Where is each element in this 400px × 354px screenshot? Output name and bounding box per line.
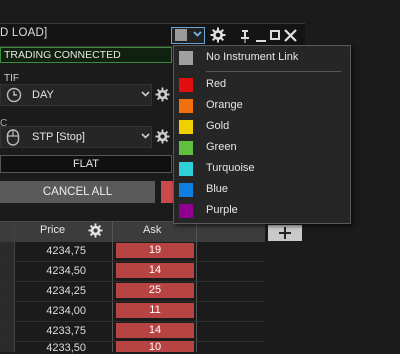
sell-button[interactable] — [161, 181, 173, 203]
ask-column-header: Ask — [143, 224, 162, 236]
chevron-down-icon[interactable] — [141, 91, 150, 97]
ask-cell[interactable]: 10 — [116, 341, 194, 353]
ask-cell[interactable]: 14 — [116, 323, 194, 338]
swatch-icon[interactable] — [179, 78, 193, 92]
menu-item-orange[interactable]: Orange — [206, 99, 243, 111]
swatch-icon[interactable] — [179, 51, 193, 65]
price-cell[interactable]: 4233,75 — [0, 325, 112, 337]
connection-status-text: TRADING CONNECTED — [4, 49, 121, 61]
minimize-icon[interactable] — [256, 40, 266, 42]
swatch-icon[interactable] — [179, 141, 193, 155]
gear-icon[interactable] — [210, 27, 226, 43]
menu-item-purple[interactable]: Purple — [206, 204, 238, 216]
column-divider — [112, 221, 113, 352]
flat-button[interactable]: FLAT — [0, 155, 172, 173]
price-cell[interactable]: 4234,75 — [0, 245, 112, 257]
chevron-down-icon[interactable] — [193, 31, 202, 37]
swatch-icon[interactable] — [179, 120, 193, 134]
price-cell[interactable]: 4234,25 — [0, 285, 112, 297]
row-divider — [0, 261, 265, 262]
ask-cell[interactable]: 25 — [116, 283, 194, 298]
menu-item-blue[interactable]: Blue — [206, 183, 228, 195]
clock-icon — [6, 87, 22, 103]
swatch-icon[interactable] — [179, 183, 193, 197]
menu-item-gold[interactable]: Gold — [206, 120, 229, 132]
cancel-all-button[interactable]: CANCEL ALL — [0, 181, 155, 203]
row-divider — [0, 301, 265, 302]
menu-item-green[interactable]: Green — [206, 141, 237, 153]
plus-icon[interactable] — [284, 227, 286, 239]
price-column-header: Price — [40, 224, 66, 236]
tif-select[interactable] — [0, 84, 152, 106]
gear-icon[interactable] — [155, 129, 170, 144]
gear-icon[interactable] — [155, 87, 170, 102]
ask-cell[interactable]: 19 — [116, 243, 194, 258]
mouse-icon — [6, 129, 20, 146]
menu-separator — [206, 71, 341, 72]
instrument-link-swatch[interactable] — [175, 29, 187, 41]
ask-cell[interactable]: 11 — [116, 303, 194, 318]
row-divider — [0, 281, 265, 282]
gear-icon[interactable] — [88, 223, 103, 238]
ask-cell[interactable]: 14 — [116, 263, 194, 278]
row-divider — [0, 321, 265, 322]
swatch-icon[interactable] — [179, 99, 193, 113]
price-cell[interactable]: 4233,50 — [0, 342, 112, 354]
price-cell[interactable]: 4234,00 — [0, 305, 112, 317]
menu-item-turquoise[interactable]: Turquoise — [206, 162, 255, 174]
window-title: D LOAD] — [0, 27, 48, 39]
menu-item-red[interactable]: Red — [206, 78, 226, 90]
swatch-icon[interactable] — [179, 162, 193, 176]
tif-label: TIF — [4, 73, 19, 84]
swatch-icon[interactable] — [179, 204, 193, 218]
price-cell[interactable]: 4234,50 — [0, 265, 112, 277]
maximize-icon[interactable] — [270, 30, 280, 40]
column-divider — [196, 221, 197, 352]
close-icon[interactable] — [284, 29, 297, 42]
pin-icon[interactable] — [240, 29, 250, 43]
menu-item-no-link[interactable]: No Instrument Link — [206, 51, 298, 63]
order-type-value: STP [Stop] — [32, 131, 85, 143]
chevron-down-icon[interactable] — [141, 133, 150, 139]
tif-value: DAY — [32, 89, 54, 101]
